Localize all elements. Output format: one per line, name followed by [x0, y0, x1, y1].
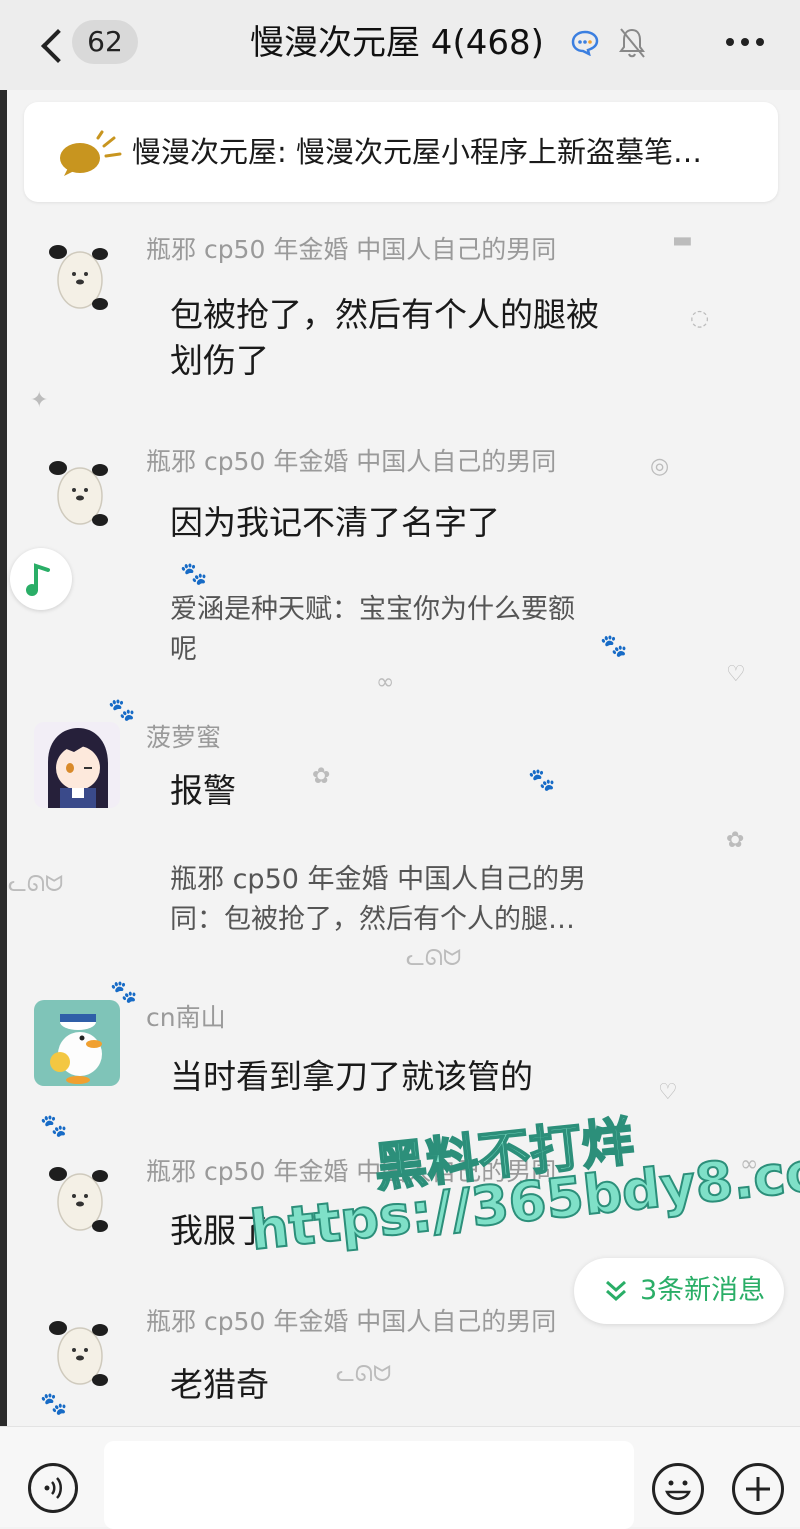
avatar-dog-mascot[interactable] — [40, 450, 120, 536]
quoted-text-line: 爱涵是种天赋：宝宝你为什么要额 — [170, 594, 575, 625]
dot-icon — [756, 38, 764, 46]
sender-name: 菠萝蜜 — [146, 723, 222, 752]
avatar-dog-mascot[interactable] — [40, 234, 120, 320]
message-input-bar — [0, 1426, 800, 1529]
more-actions-button[interactable] — [732, 1463, 784, 1515]
announcement-text: 慢漫次元屋: 慢漫次元屋小程序上新盗墓笔… — [132, 135, 702, 169]
message-text-field[interactable] — [104, 1441, 634, 1529]
avatar-anime-girl[interactable] — [34, 722, 120, 808]
avatar-dog-mascot[interactable] — [40, 1310, 120, 1396]
message-item: 菠萝蜜 报警 瓶邪 cp50 年金婚 中国人自己的男 同：包被抢了，然后有个人的… — [0, 716, 800, 976]
sender-name: 瓶邪 cp50 年金婚 中国人自己的男同 — [146, 1307, 557, 1336]
pinned-announcement[interactable]: 慢漫次元屋: 慢漫次元屋小程序上新盗墓笔… — [24, 102, 778, 202]
voice-wave-icon — [44, 1477, 62, 1499]
new-messages-button[interactable]: 3条新消息 — [574, 1258, 784, 1324]
paw-icon: 🐾 — [40, 1114, 68, 1139]
avatar-dog-mascot[interactable] — [40, 1156, 120, 1242]
chat-bubble-icon — [571, 30, 599, 56]
mute-bell-icon — [619, 28, 645, 58]
smiley-icon — [665, 1480, 691, 1500]
new-messages-label: 3条新消息 — [640, 1275, 766, 1306]
quoted-text-line: 瓶邪 cp50 年金婚 中国人自己的男 — [170, 864, 587, 895]
voice-input-button[interactable] — [28, 1463, 78, 1513]
quoted-text-line: 呢 — [170, 634, 197, 665]
message-text-line: 划伤了 — [170, 341, 269, 380]
emoji-button[interactable] — [652, 1463, 704, 1515]
message-item: 瓶邪 cp50 年金婚 中国人自己的男同 包被抢了，然后有个人的腿被 划伤了 — [0, 228, 800, 408]
dot-icon — [741, 38, 749, 46]
plus-icon — [746, 1477, 770, 1501]
chevron-left-icon — [41, 29, 75, 63]
quoted-reply[interactable]: 爱涵是种天赋：宝宝你为什么要额 呢 — [170, 590, 575, 670]
floating-music-button[interactable] — [10, 548, 72, 610]
quoted-text-line: 同：包被抢了，然后有个人的腿… — [170, 904, 575, 935]
double-chevron-down-icon — [606, 1280, 626, 1302]
unread-count-badge[interactable]: 62 — [72, 20, 138, 64]
sender-name: 瓶邪 cp50 年金婚 中国人自己的男同 — [146, 235, 557, 264]
message-text-line: 包被抢了，然后有个人的腿被 — [170, 295, 599, 334]
music-note-icon — [26, 563, 50, 596]
chat-header: 62 慢漫次元屋 4(468) — [0, 0, 800, 90]
quoted-reply[interactable]: 瓶邪 cp50 年金婚 中国人自己的男 同：包被抢了，然后有个人的腿… — [170, 860, 586, 940]
chat-title[interactable]: 慢漫次元屋 4(468) — [250, 18, 544, 68]
back-button[interactable] — [36, 22, 76, 66]
dot-icon — [726, 38, 734, 46]
message-text: 老猎奇 — [170, 1365, 269, 1404]
sender-name: 瓶邪 cp50 年金婚 中国人自己的男同 — [146, 447, 557, 476]
message-text: 报警 — [170, 771, 236, 810]
announcement-bubble-icon — [60, 130, 122, 176]
sender-name: cn南山 — [146, 1003, 226, 1032]
message-text: 当时看到拿刀了就该管的 — [170, 1057, 533, 1096]
avatar-cartoon-duck[interactable] — [34, 1000, 120, 1086]
more-options-button[interactable] — [726, 30, 770, 54]
message-item: 瓶邪 cp50 年金婚 中国人自己的男同 因为我记不清了名字了 爱涵是种天赋：宝… — [0, 438, 800, 678]
message-text: 包被抢了，然后有个人的腿被 划伤了 — [170, 292, 599, 384]
message-text: 因为我记不清了名字了 — [170, 503, 500, 542]
